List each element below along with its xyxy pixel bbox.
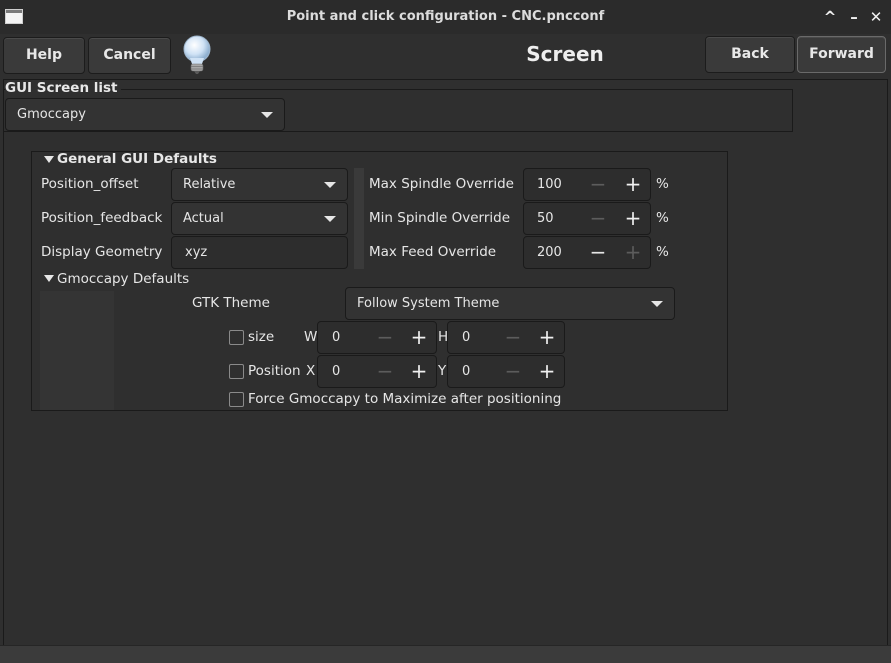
help-button[interactable]: Help [3, 37, 85, 74]
plus-icon[interactable]: + [616, 203, 650, 234]
y-position-spin[interactable]: 0 − + [447, 355, 565, 388]
min-spindle-override-label: Min Spindle Override [369, 210, 511, 226]
height-spin[interactable]: 0 − + [447, 321, 565, 354]
gui-screen-combo-value: Gmoccapy [17, 107, 86, 122]
max-feed-override-value: 200 [537, 245, 562, 260]
position-offset-combo[interactable]: Relative [171, 168, 348, 201]
minus-icon[interactable]: − [368, 356, 402, 387]
gmoccapy-defaults-label: Gmoccapy Defaults [57, 271, 190, 287]
max-feed-override-label: Max Feed Override [369, 244, 497, 260]
display-geometry-input[interactable]: xyz [171, 236, 348, 269]
percent-unit: % [656, 244, 669, 260]
width-spin[interactable]: 0 − + [317, 321, 437, 354]
position-offset-label: Position_offset [41, 176, 139, 192]
general-defaults-label: General GUI Defaults [57, 151, 217, 167]
max-feed-override-spin[interactable]: 200 − + [523, 236, 651, 269]
minus-icon[interactable]: − [581, 203, 615, 234]
position-checkbox[interactable] [229, 364, 244, 379]
max-spindle-override-label: Max Spindle Override [369, 176, 514, 192]
minus-icon[interactable]: − [581, 169, 615, 200]
chevron-down-icon [324, 182, 336, 188]
forward-button[interactable]: Forward [797, 36, 886, 73]
min-spindle-override-value: 50 [537, 211, 554, 226]
back-button[interactable]: Back [705, 36, 795, 73]
size-label: size [248, 329, 275, 345]
width-value: 0 [332, 330, 341, 345]
cancel-button[interactable]: Cancel [88, 37, 171, 74]
lightbulb-icon[interactable] [178, 34, 216, 76]
gmoccapy-indent [40, 291, 114, 410]
width-label: W [304, 329, 318, 345]
plus-icon[interactable]: + [402, 322, 436, 353]
position-feedback-combo[interactable]: Actual [171, 202, 348, 235]
y-label: Y [438, 363, 447, 379]
plus-icon[interactable]: + [530, 356, 564, 387]
gui-screen-list-label: GUI Screen list [5, 80, 121, 96]
minus-icon[interactable]: − [368, 322, 402, 353]
expander-open-icon [44, 275, 54, 282]
gtk-theme-value: Follow System Theme [357, 296, 500, 311]
maximize-icon[interactable]: ^ [821, 8, 839, 26]
x-label: X [306, 363, 316, 379]
maximize-label: Force Gmoccapy to Maximize after positio… [248, 391, 562, 407]
chevron-down-icon [261, 112, 273, 118]
minus-icon[interactable]: − [496, 356, 530, 387]
min-spindle-override-spin[interactable]: 50 − + [523, 202, 651, 235]
max-spindle-override-value: 100 [537, 177, 562, 192]
chevron-down-icon [324, 216, 336, 222]
minimize-icon[interactable]: – [845, 8, 863, 26]
height-value: 0 [462, 330, 471, 345]
gmoccapy-defaults-header[interactable]: Gmoccapy Defaults [42, 271, 202, 287]
y-position-value: 0 [462, 364, 471, 379]
plus-icon[interactable]: + [530, 322, 564, 353]
gtk-theme-combo[interactable]: Follow System Theme [345, 287, 675, 320]
page-title: Screen [526, 42, 604, 66]
gui-screen-combo[interactable]: Gmoccapy [5, 98, 285, 131]
max-spindle-override-spin[interactable]: 100 − + [523, 168, 651, 201]
maximize-checkbox[interactable] [229, 392, 244, 407]
x-position-value: 0 [332, 364, 341, 379]
plus-icon[interactable]: + [616, 169, 650, 200]
size-checkbox[interactable] [229, 330, 244, 345]
position-feedback-label: Position_feedback [41, 210, 163, 226]
plus-icon[interactable]: + [616, 237, 650, 268]
display-geometry-label: Display Geometry [41, 244, 163, 260]
gtk-theme-label: GTK Theme [192, 295, 270, 311]
column-separator [354, 168, 364, 269]
chevron-down-icon [651, 301, 663, 307]
x-position-spin[interactable]: 0 − + [317, 355, 437, 388]
minus-icon[interactable]: − [496, 322, 530, 353]
bottom-strip [0, 645, 891, 663]
position-label: Position [248, 363, 301, 379]
expander-open-icon [44, 156, 54, 163]
close-icon[interactable]: ✕ [867, 8, 885, 26]
percent-unit: % [656, 176, 669, 192]
window-title: Point and click configuration - CNC.pncc… [286, 9, 605, 24]
percent-unit: % [656, 210, 669, 226]
position-feedback-value: Actual [183, 211, 224, 226]
minus-icon[interactable]: − [581, 237, 615, 268]
position-offset-value: Relative [183, 177, 236, 192]
plus-icon[interactable]: + [402, 356, 436, 387]
general-defaults-header[interactable]: General GUI Defaults [42, 151, 222, 168]
